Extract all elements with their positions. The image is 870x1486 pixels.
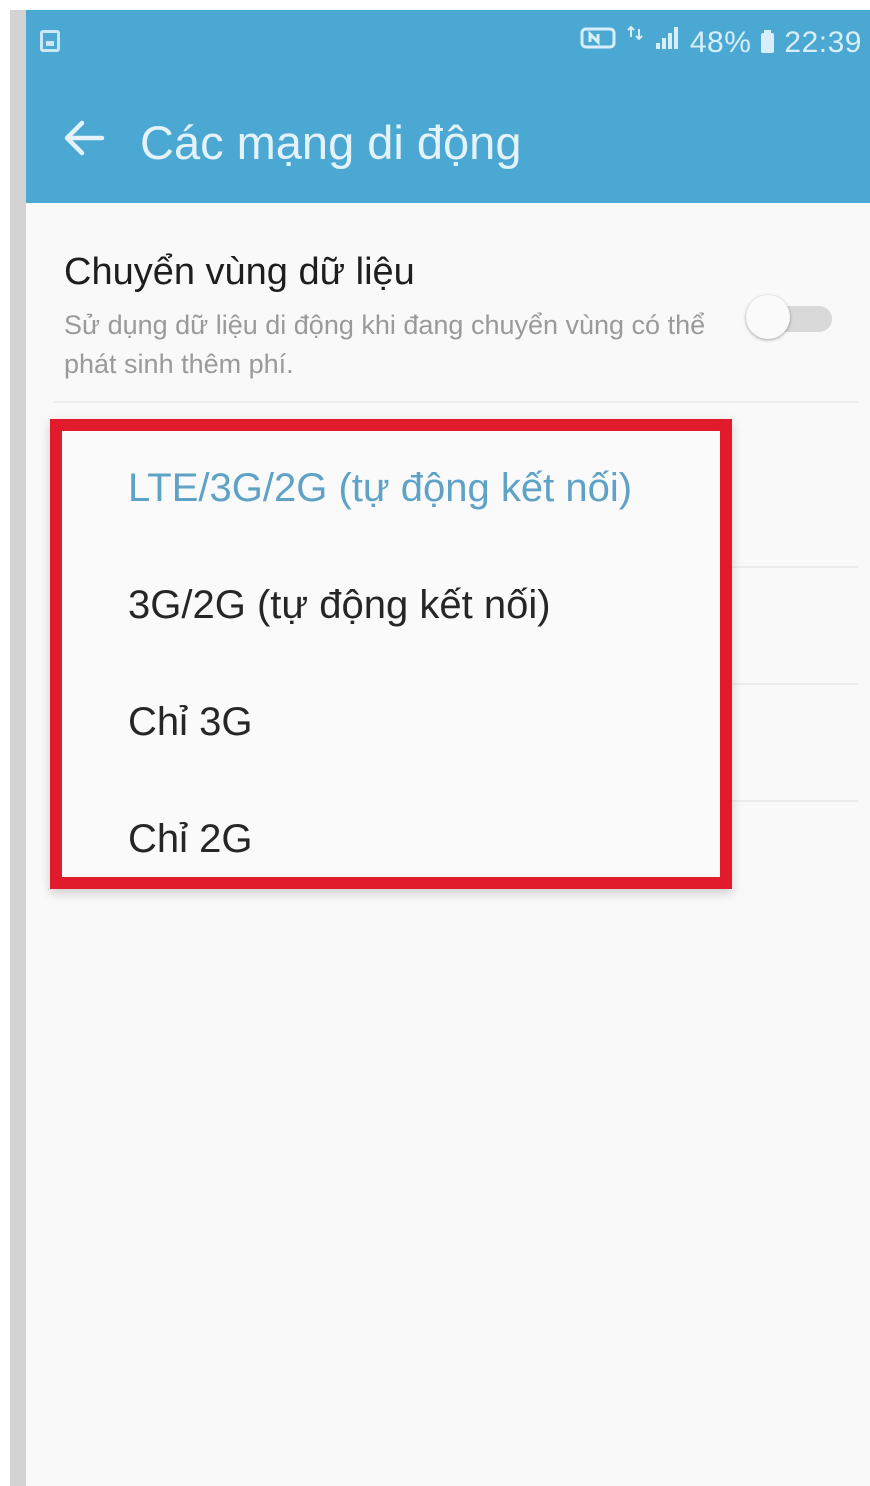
back-arrow-icon[interactable] <box>62 116 106 160</box>
data-arrows-icon <box>626 25 644 61</box>
status-icons: 48% 22:39 <box>580 25 862 61</box>
network-mode-popup: LTE/3G/2G (tự động kết nối) 3G/2G (tự độ… <box>50 419 732 889</box>
status-bar: 48% 22:39 <box>26 10 870 76</box>
roaming-setting-title: Chuyển vùng dữ liệu <box>64 251 415 293</box>
left-edge-bar <box>10 10 26 1486</box>
phone-screen: 48% 22:39 Các mạng di động Chuyển vùng d… <box>26 10 870 1486</box>
option-label-selected: LTE/3G/2G (tự động kết nối) <box>128 466 633 510</box>
signal-icon <box>654 25 680 61</box>
roaming-setting-row[interactable]: Chuyển vùng dữ liệu Sử dụng dữ liệu di đ… <box>26 203 870 411</box>
gallery-icon <box>40 30 60 52</box>
network-mode-option[interactable]: Chỉ 3G <box>62 665 720 782</box>
roaming-toggle[interactable] <box>746 295 840 341</box>
option-label: Chỉ 2G <box>128 817 253 861</box>
screenshot-frame: 48% 22:39 Các mạng di động Chuyển vùng d… <box>0 0 870 1486</box>
page-title: Các mạng di động <box>140 116 522 169</box>
nfc-icon <box>580 26 616 60</box>
toggle-thumb <box>746 295 790 339</box>
divider <box>54 401 858 403</box>
option-label: Chỉ 3G <box>128 700 253 744</box>
option-label: 3G/2G (tự động kết nối) <box>128 583 551 627</box>
network-mode-option[interactable]: LTE/3G/2G (tự động kết nối) <box>62 431 720 548</box>
battery-percent: 48% <box>689 26 752 59</box>
network-mode-option[interactable]: Chỉ 2G <box>62 782 720 899</box>
app-header: 48% 22:39 Các mạng di động <box>26 10 870 203</box>
status-time: 22:39 <box>784 26 862 59</box>
roaming-setting-description: Sử dụng dữ liệu di động khi đang chuyển … <box>64 310 706 379</box>
battery-icon <box>761 30 775 53</box>
network-mode-option[interactable]: 3G/2G (tự động kết nối) <box>62 548 720 665</box>
toolbar: Các mạng di động <box>26 76 870 203</box>
